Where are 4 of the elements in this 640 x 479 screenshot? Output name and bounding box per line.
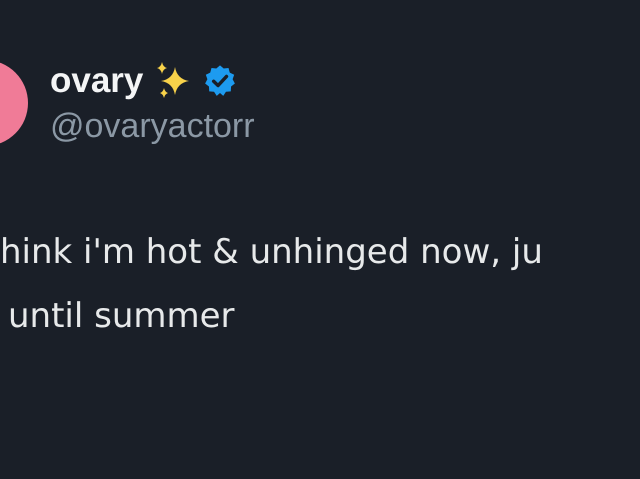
display-name[interactable]: ovary [50,61,144,101]
tweet-text: hink i'm hot & unhinged now, ju [0,231,543,274]
tweet-text: until summer [7,295,235,338]
username[interactable]: @ovaryactorr [50,104,255,148]
